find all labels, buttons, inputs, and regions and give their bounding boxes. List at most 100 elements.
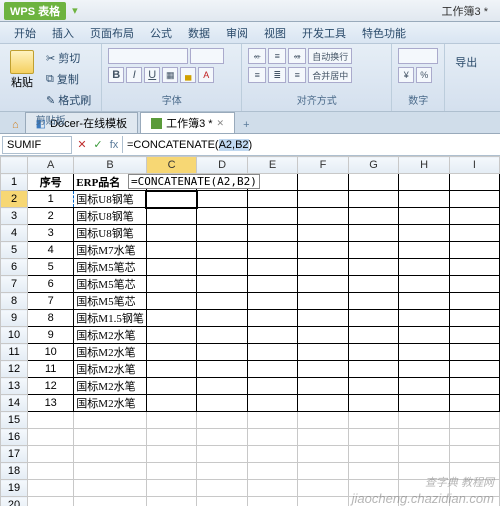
cell[interactable] [348,310,399,327]
row-header[interactable]: 8 [1,293,28,310]
bold-button[interactable]: B [108,67,124,83]
cell[interactable] [247,208,297,225]
fx-button[interactable]: fx [106,139,122,151]
row-header[interactable]: 13 [1,378,28,395]
cell[interactable] [74,497,147,507]
cell[interactable] [399,497,450,507]
cell[interactable] [298,463,348,480]
cell[interactable] [28,446,74,463]
cell[interactable]: 序号 [28,174,74,191]
cell[interactable] [74,463,147,480]
paste-button[interactable]: 粘贴 [6,48,38,110]
row-header[interactable]: 18 [1,463,28,480]
cell[interactable] [146,293,197,310]
export-button[interactable]: 导出 [451,52,494,72]
cell[interactable] [74,446,147,463]
cell[interactable] [146,344,197,361]
cell[interactable]: 11 [28,361,74,378]
cell[interactable] [399,480,450,497]
cell[interactable] [197,208,248,225]
cell[interactable] [399,259,450,276]
underline-button[interactable]: U [144,67,160,83]
col-header-D[interactable]: D [197,157,248,174]
cell[interactable] [399,276,450,293]
cell[interactable] [146,242,197,259]
wrap-text-button[interactable]: 自动换行 [308,48,352,64]
new-tab-button[interactable]: + [237,117,255,133]
cell[interactable] [449,412,499,429]
cell[interactable] [146,259,197,276]
cell[interactable]: 国标M2水笔 [74,327,147,344]
cell[interactable] [146,191,197,208]
cell[interactable] [449,276,499,293]
cell[interactable] [348,174,399,191]
font-size-select[interactable] [190,48,224,64]
cell[interactable] [247,242,297,259]
cell[interactable] [146,361,197,378]
currency-button[interactable]: ¥ [398,67,414,83]
border-button[interactable]: ▦ [162,67,178,83]
col-header-I[interactable]: I [449,157,499,174]
cell[interactable] [197,463,248,480]
cell[interactable] [146,327,197,344]
align-bot-button[interactable]: ⬵ [288,48,306,64]
cell[interactable] [28,463,74,480]
menu-data[interactable]: 数据 [180,23,218,43]
cell[interactable] [247,293,297,310]
select-all-corner[interactable] [1,157,28,174]
cell[interactable] [399,412,450,429]
number-format-select[interactable] [398,48,438,64]
col-header-G[interactable]: G [348,157,399,174]
cell[interactable] [74,429,147,446]
cell[interactable]: 6 [28,276,74,293]
cell[interactable] [247,310,297,327]
cell[interactable] [197,480,248,497]
cell[interactable] [197,497,248,507]
font-family-select[interactable] [108,48,188,64]
cell[interactable]: 5 [28,259,74,276]
copy-button[interactable]: ⧉复制 [42,69,95,89]
cell[interactable]: 8 [28,310,74,327]
cell[interactable] [399,310,450,327]
cell[interactable] [348,378,399,395]
cell[interactable] [399,395,450,412]
row-header[interactable]: 15 [1,412,28,429]
row-header[interactable]: 4 [1,225,28,242]
col-header-H[interactable]: H [399,157,450,174]
align-right-button[interactable]: ≡ [288,67,306,83]
menu-review[interactable]: 审阅 [218,23,256,43]
cell[interactable] [247,259,297,276]
cell[interactable] [197,412,248,429]
col-header-B[interactable]: B [74,157,147,174]
row-header[interactable]: 16 [1,429,28,446]
cell[interactable] [197,242,248,259]
menu-insert[interactable]: 插入 [44,23,82,43]
close-tab-icon[interactable]: ✕ [217,118,225,129]
align-left-button[interactable]: ≡ [248,67,266,83]
cell[interactable] [28,429,74,446]
cell[interactable] [298,293,348,310]
cell[interactable] [449,259,499,276]
cancel-formula-button[interactable]: ✕ [74,138,90,151]
cell[interactable] [399,463,450,480]
menu-formula[interactable]: 公式 [142,23,180,43]
cell[interactable] [247,361,297,378]
align-top-button[interactable]: ⬴ [248,48,266,64]
cell[interactable] [348,242,399,259]
format-painter-button[interactable]: ✎格式刷 [42,90,95,110]
cell[interactable] [298,225,348,242]
cell[interactable] [298,242,348,259]
cell[interactable] [449,327,499,344]
menu-start[interactable]: 开始 [6,23,44,43]
cell[interactable]: 国标M5笔芯 [74,293,147,310]
cell[interactable] [298,378,348,395]
cut-button[interactable]: ✂剪切 [42,48,95,68]
cell[interactable]: 4 [28,242,74,259]
cell[interactable]: 10 [28,344,74,361]
cell[interactable] [146,395,197,412]
cell[interactable] [74,480,147,497]
cell[interactable] [197,429,248,446]
row-header[interactable]: 7 [1,276,28,293]
col-header-E[interactable]: E [247,157,297,174]
cell[interactable]: 国标M1.5钢笔 [74,310,147,327]
